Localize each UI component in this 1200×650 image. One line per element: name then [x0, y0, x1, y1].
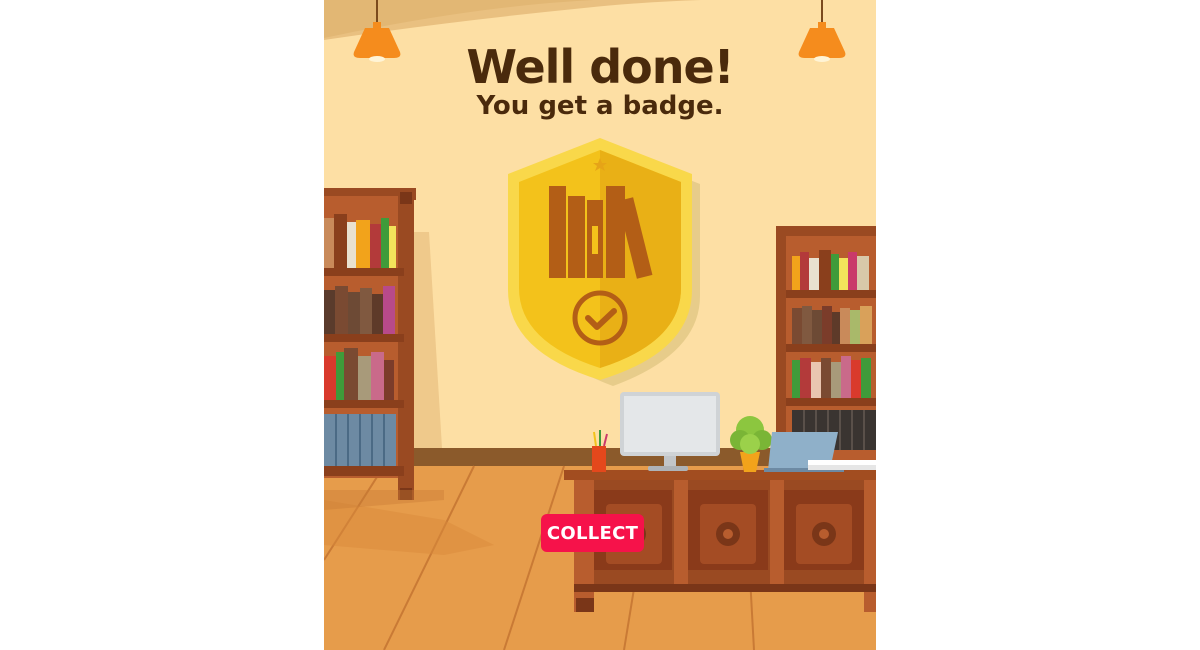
paper-stack [808, 460, 876, 470]
badge-award-scene: Well done! You get a badge. COLLECT [324, 0, 876, 650]
collect-button[interactable]: COLLECT [541, 514, 644, 552]
subline: You get a badge. [476, 91, 724, 121]
bookshelf-right [776, 226, 876, 468]
headline: Well done! [466, 40, 734, 94]
